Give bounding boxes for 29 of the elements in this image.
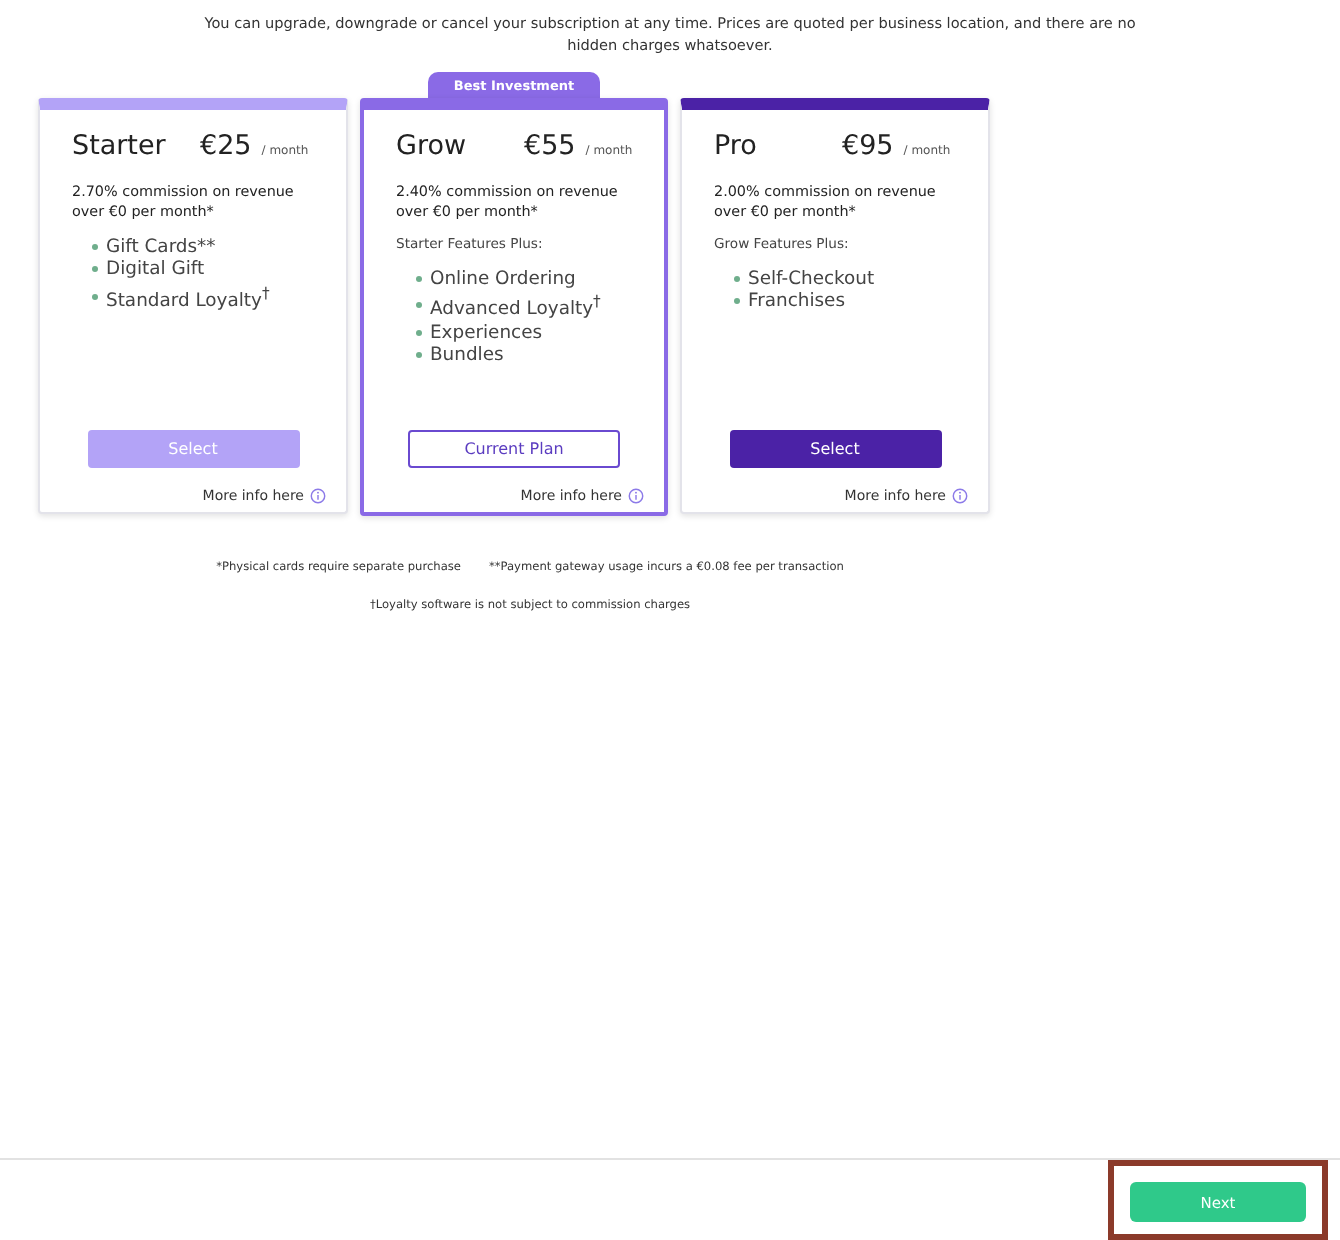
plan-button[interactable]: Select bbox=[729, 430, 941, 468]
plan-button[interactable]: Current Plan bbox=[408, 430, 620, 468]
bullet-icon bbox=[734, 276, 740, 283]
plan-name: Pro bbox=[714, 130, 759, 162]
feature-text: Experiences bbox=[430, 321, 543, 344]
bullet-icon bbox=[92, 266, 98, 273]
bullet-icon bbox=[416, 276, 422, 283]
bullet-icon bbox=[92, 293, 98, 300]
feature-text: Gift Cards** bbox=[106, 236, 216, 259]
info-icon[interactable] bbox=[628, 488, 644, 504]
plan-price: €55 bbox=[524, 130, 576, 162]
info-icon[interactable] bbox=[310, 488, 326, 504]
bullet-icon bbox=[416, 302, 422, 309]
info-icon[interactable] bbox=[952, 488, 968, 504]
bullet-icon bbox=[416, 352, 422, 359]
feature-text: Online Ordering bbox=[430, 268, 576, 291]
feature-text: Bundles bbox=[430, 343, 504, 367]
plan-name: Grow bbox=[396, 130, 469, 162]
feature-text: Self-Checkout bbox=[748, 268, 875, 291]
plan-price: €95 bbox=[842, 130, 894, 162]
bullet-icon bbox=[416, 329, 422, 336]
bullet-icon bbox=[92, 244, 98, 251]
plan-price: €25 bbox=[200, 130, 252, 162]
feature-text: Advanced Loyalty$^{†}$ bbox=[430, 290, 601, 322]
feature-text: Franchises bbox=[748, 290, 845, 314]
bullet-icon bbox=[734, 298, 740, 305]
plan-name: Starter bbox=[72, 130, 168, 162]
feature-text: Digital Gift bbox=[106, 258, 205, 282]
feature-text: Standard Loyalty$^{†}$ bbox=[106, 281, 270, 312]
